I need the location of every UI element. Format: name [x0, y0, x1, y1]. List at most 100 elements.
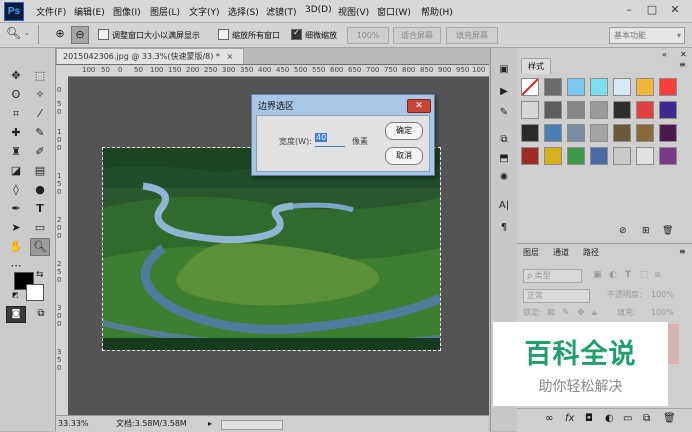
- menu-view[interactable]: 视图(V): [338, 5, 369, 18]
- menu-3d[interactable]: 3D(D): [305, 5, 332, 15]
- clone-stamp-tool-icon[interactable]: ♜: [7, 144, 25, 160]
- resize-windows-checkbox[interactable]: [98, 29, 109, 40]
- layer-mask-icon[interactable]: ◘: [585, 413, 593, 424]
- tab-channels[interactable]: 通道: [553, 247, 569, 258]
- style-swatch[interactable]: [659, 147, 677, 165]
- history-brush-tool-icon[interactable]: ✐: [31, 144, 49, 160]
- lock-position-icon[interactable]: ✥: [577, 304, 585, 322]
- close-panel-icon[interactable]: ✕: [680, 50, 687, 59]
- dodge-tool-icon[interactable]: ●: [31, 182, 49, 198]
- style-swatch-none[interactable]: [521, 78, 539, 96]
- workspace-select[interactable]: 基本功能 ▾: [609, 27, 685, 44]
- tab-close-icon[interactable]: ×: [226, 52, 233, 61]
- background-color-swatch[interactable]: [26, 284, 44, 301]
- marquee-tool-icon[interactable]: ⬚: [31, 68, 49, 84]
- color-panel-icon[interactable]: ✺: [496, 170, 512, 186]
- clone-source-icon[interactable]: ⧉: [496, 132, 512, 148]
- opacity-input[interactable]: 100%: [651, 286, 674, 304]
- restore-button[interactable]: □: [643, 2, 661, 18]
- layers-menu-icon[interactable]: ≡: [679, 247, 686, 256]
- delete-layer-icon[interactable]: 🗑︎: [663, 413, 676, 424]
- minimize-button[interactable]: –: [620, 2, 638, 18]
- layer-style-icon[interactable]: fx: [565, 413, 574, 424]
- style-swatch[interactable]: [613, 124, 631, 142]
- new-layer-icon[interactable]: ⧉: [643, 413, 650, 424]
- zoom-level[interactable]: 33.33%: [58, 416, 89, 432]
- zoom-tool-active-icon[interactable]: 🔍︎: [30, 238, 50, 256]
- paragraph-panel-icon[interactable]: ¶: [496, 220, 512, 236]
- delete-style-icon[interactable]: 🗑︎: [662, 226, 673, 236]
- style-swatch[interactable]: [613, 78, 631, 96]
- dialog-close-icon[interactable]: ✕: [407, 99, 431, 113]
- history-panel-icon[interactable]: ▣: [496, 62, 512, 78]
- fit-screen-button[interactable]: 适合屏幕: [393, 27, 441, 44]
- brush-panel-icon[interactable]: ✎: [496, 105, 512, 121]
- smart-object-filter-icon[interactable]: ⧈: [655, 266, 661, 284]
- zoom-out-icon[interactable]: ⊖: [71, 26, 89, 44]
- type-filter-icon[interactable]: T: [625, 266, 631, 284]
- style-swatch[interactable]: [636, 78, 654, 96]
- type-tool-icon[interactable]: T: [31, 201, 49, 217]
- no-style-icon[interactable]: ⊘: [619, 226, 627, 236]
- menu-filter[interactable]: 滤镜(T): [266, 5, 297, 18]
- pen-tool-icon[interactable]: ✒: [7, 201, 25, 217]
- fill-screen-button[interactable]: 填充屏幕: [446, 27, 498, 44]
- tab-paths[interactable]: 路径: [583, 247, 599, 258]
- default-colors-icon[interactable]: ◩: [12, 291, 19, 299]
- ok-button[interactable]: 确定: [385, 122, 423, 140]
- new-group-icon[interactable]: ▭: [623, 413, 632, 424]
- hand-tool-icon[interactable]: ✋: [7, 239, 25, 255]
- style-swatch[interactable]: [521, 147, 539, 165]
- crop-tool-icon[interactable]: ⌗: [7, 106, 25, 122]
- healing-brush-tool-icon[interactable]: ✚: [7, 125, 25, 141]
- document-image[interactable]: [102, 147, 441, 351]
- pixel-filter-icon[interactable]: ▣: [593, 266, 602, 284]
- actions-panel-icon[interactable]: ▶: [496, 84, 512, 100]
- lock-pixels-icon[interactable]: ✎: [562, 304, 570, 322]
- lasso-tool-icon[interactable]: ʘ: [7, 87, 25, 103]
- style-swatch[interactable]: [567, 78, 585, 96]
- style-swatch[interactable]: [613, 101, 631, 119]
- style-swatch[interactable]: [659, 101, 677, 119]
- swap-colors-icon[interactable]: ⇆: [36, 270, 44, 280]
- menu-type[interactable]: 文字(Y): [189, 5, 220, 18]
- style-swatch[interactable]: [659, 124, 677, 142]
- lock-all-icon[interactable]: 🔒︎: [592, 304, 597, 322]
- zoom-all-windows-checkbox[interactable]: [218, 29, 229, 40]
- style-swatch[interactable]: [659, 78, 677, 96]
- layer-comps-icon[interactable]: ⬒: [496, 151, 512, 167]
- menu-edit[interactable]: 编辑(E): [74, 5, 105, 18]
- menu-file[interactable]: 文件(F): [36, 5, 66, 18]
- move-tool-icon[interactable]: ✥: [7, 68, 25, 84]
- style-swatch[interactable]: [567, 147, 585, 165]
- zoom-in-icon[interactable]: ⊕: [52, 26, 68, 42]
- eraser-tool-icon[interactable]: ◪: [7, 163, 25, 179]
- character-panel-icon[interactable]: A|: [496, 198, 512, 214]
- quick-mask-icon[interactable]: ◙: [6, 306, 26, 323]
- link-layers-icon[interactable]: ∞: [545, 413, 553, 424]
- screen-mode-icon[interactable]: ⧉: [32, 306, 50, 321]
- layer-kind-select[interactable]: ρ 类型: [523, 269, 582, 283]
- style-swatch[interactable]: [613, 147, 631, 165]
- style-swatch[interactable]: [567, 124, 585, 142]
- rectangle-tool-icon[interactable]: ▭: [31, 220, 49, 236]
- status-menu-arrow-icon[interactable]: ▸: [208, 416, 212, 432]
- width-input[interactable]: 40: [315, 133, 345, 147]
- document-tab[interactable]: 2015042306.jpg @ 33.3%(快速蒙版/8) * ×: [56, 48, 244, 65]
- style-swatch[interactable]: [521, 101, 539, 119]
- style-swatch[interactable]: [636, 147, 654, 165]
- style-swatch[interactable]: [544, 101, 562, 119]
- panel-menu-icon[interactable]: ≡: [679, 60, 686, 69]
- collapse-panel-icon[interactable]: «: [662, 50, 667, 59]
- cancel-button[interactable]: 取消: [385, 147, 423, 165]
- blur-tool-icon[interactable]: ◊: [7, 182, 25, 198]
- gradient-tool-icon[interactable]: ▤: [31, 163, 49, 179]
- style-swatch[interactable]: [521, 124, 539, 142]
- zoom-tool-icon[interactable]: 🔍︎: [6, 26, 21, 40]
- horizontal-ruler[interactable]: 100 50 0 50 100 150 200 250 300 350 400 …: [68, 65, 489, 77]
- tab-styles[interactable]: 样式: [521, 58, 551, 74]
- adjustment-layer-icon[interactable]: ◐: [605, 413, 614, 424]
- style-swatch[interactable]: [590, 78, 608, 96]
- style-swatch[interactable]: [590, 124, 608, 142]
- menu-window[interactable]: 窗口(W): [377, 5, 411, 18]
